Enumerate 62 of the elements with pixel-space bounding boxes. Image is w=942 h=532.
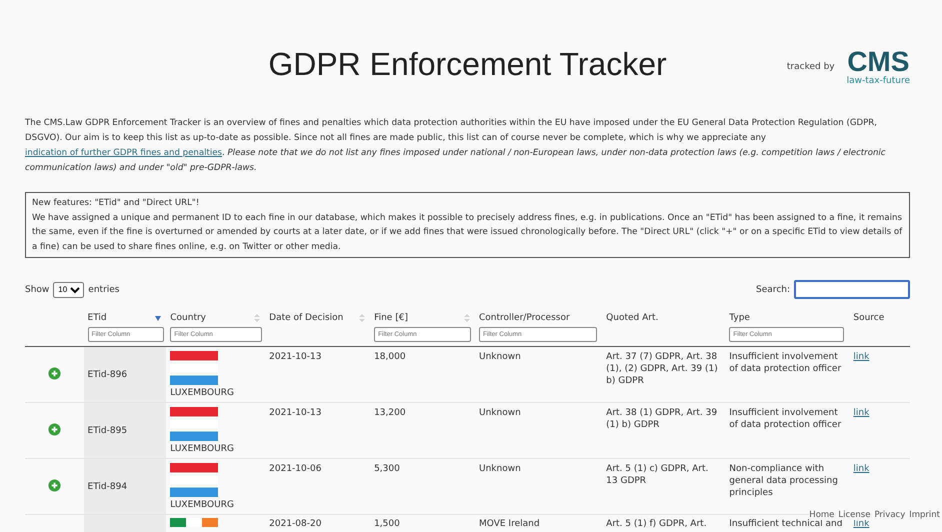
- logo-tagline: law-tax-future: [846, 76, 910, 86]
- source-link[interactable]: link: [853, 408, 870, 418]
- column-header[interactable]: Country: [170, 313, 206, 323]
- quoted-article-cell: Art. 38 (1) GDPR, Art. 39 (1) b) GDPR: [606, 408, 718, 430]
- column-header[interactable]: Quoted Art.: [606, 313, 658, 323]
- date-cell: 2021-10-06: [269, 464, 322, 474]
- footer-link[interactable]: Home: [809, 510, 834, 520]
- fine-cell: 5,300: [374, 464, 400, 474]
- fines-link[interactable]: indication of further GDPR fines and penalties: [25, 148, 222, 158]
- intro-paragraph: The CMS.Law GDPR Enforcement Tracker is an overview of fines and penalties which data protection authorities within the EU have imposed under the EU General Data Protection Regulation (GDPR, DSGVO). Our aim is to keep this list as up-to-date as possible. Since not all fines are made public, this list can of course never be complete, which is why we appreciate any indication of further GDPR fines and penalties. Please note that we do not list any fines imposed under national / non-European laws, under non-data protection laws (e.g. competition laws / electronic communication laws) and under "old" pre-GDPR-laws.: [25, 117, 887, 175]
- type-cell: Non-compliance with general data processing principles: [729, 464, 838, 498]
- etid-cell[interactable]: ETid-894: [88, 482, 128, 492]
- column-header[interactable]: Date of Decision: [269, 313, 344, 323]
- controller-cell: MOVE Ireland: [479, 519, 540, 529]
- source-link[interactable]: link: [853, 352, 870, 362]
- page-title: GDPR Enforcement Tracker: [268, 46, 667, 82]
- flag-icon: [170, 351, 218, 385]
- entries-select[interactable]: 10: [53, 282, 84, 298]
- tracked-by-label: tracked by: [786, 62, 835, 72]
- quoted-article-cell: Art. 5 (1) f) GDPR, Art.: [606, 519, 707, 529]
- type-cell: Insufficient involvement of data protection officer: [729, 408, 842, 430]
- search-label: Search:: [756, 284, 790, 294]
- column-header[interactable]: Controller/Processor: [479, 313, 570, 323]
- country-cell-text: LUXEMBOURG: [170, 499, 235, 511]
- fine-cell: 13,200: [374, 408, 406, 418]
- show-label: Show: [25, 284, 50, 294]
- source-link[interactable]: link: [853, 464, 870, 474]
- expand-icon[interactable]: [48, 422, 61, 436]
- type-cell: Insufficient involvement of data protection officer: [729, 352, 842, 374]
- fine-cell: 18,000: [374, 352, 406, 362]
- controller-cell: Unknown: [479, 464, 521, 474]
- search-field[interactable]: [794, 280, 910, 299]
- date-cell: 2021-10-13: [269, 352, 322, 362]
- logo-wordmark[interactable]: CMS: [847, 48, 910, 76]
- controller-cell: Unknown: [479, 408, 521, 418]
- expand-icon[interactable]: [48, 478, 61, 492]
- controller-cell: Unknown: [479, 352, 521, 362]
- footer-link[interactable]: Imprint: [909, 510, 940, 520]
- type-cell: Insufficient technical and: [729, 519, 842, 529]
- country-cell-text: LUXEMBOURG: [170, 387, 235, 399]
- flag-icon: [170, 463, 218, 497]
- etid-cell[interactable]: ETid-895: [88, 426, 128, 436]
- date-cell: 2021-10-13: [269, 408, 322, 418]
- quoted-article-cell: Art. 37 (7) GDPR, Art. 38 (1), (2) GDPR, Art. 39 (1) b) GDPR: [606, 352, 718, 386]
- expand-icon[interactable]: [48, 366, 61, 380]
- notice-text: We have assigned a unique and permanent ID to each fine in our database, which makes it possible to precisely address fines, e.g. in publications. Once an "ETid" has been assigned to a fine, it remains the same, even if the fine is overturned or amended by courts at a later date, or if we add fines that were issued chronologically before. The "Direct URL" (click "+" or on a specific ETid to view details of a fine) can be used to share fines online, e.g. on Twitter or other media.: [32, 212, 903, 254]
- column-header[interactable]: ETid: [88, 313, 107, 323]
- column-header[interactable]: Fine [€]: [374, 313, 408, 323]
- flag-icon: [170, 407, 218, 441]
- flag-icon: [170, 518, 218, 527]
- etid-cell[interactable]: ETid-896: [88, 370, 128, 380]
- date-cell: 2021-08-20: [269, 519, 322, 529]
- sort-descending-icon[interactable]: [154, 313, 162, 323]
- column-header[interactable]: Type: [729, 313, 750, 323]
- footer-link[interactable]: Privacy: [874, 510, 906, 520]
- column-header[interactable]: Source: [853, 313, 884, 323]
- fine-cell: 1,500: [374, 519, 400, 529]
- quoted-article-cell: Art. 5 (1) c) GDPR, Art. 13 GDPR: [606, 464, 708, 486]
- notice-title: New features: "ETid" and "Direct URL"!: [32, 197, 200, 210]
- entries-label: entries: [88, 284, 120, 294]
- footer-link[interactable]: License: [838, 510, 870, 520]
- country-cell-text: LUXEMBOURG: [170, 443, 235, 455]
